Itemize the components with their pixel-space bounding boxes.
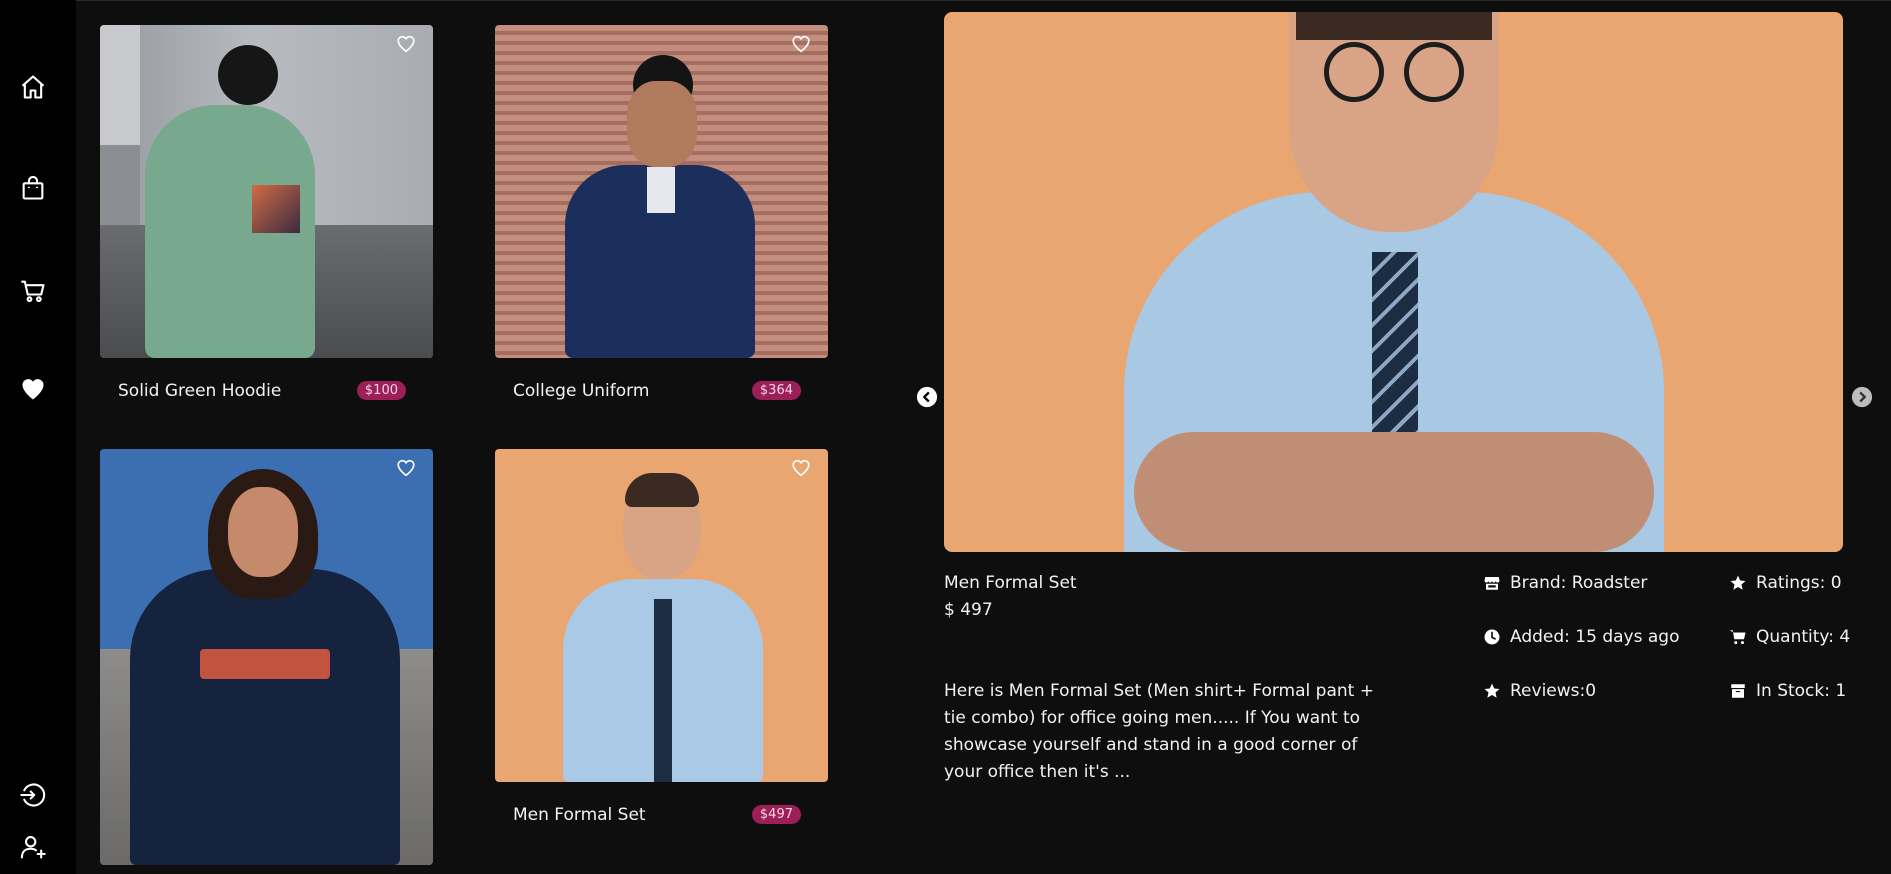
favorite-icon[interactable] bbox=[395, 457, 417, 479]
ratings-text: Ratings: 0 bbox=[1756, 573, 1842, 593]
stock-info: In Stock: 1 bbox=[1729, 681, 1846, 701]
product-name[interactable]: College Uniform bbox=[513, 381, 649, 401]
product-card[interactable] bbox=[100, 449, 433, 865]
detail-product-name: Men Formal Set bbox=[944, 573, 1077, 593]
home-icon[interactable] bbox=[18, 72, 48, 102]
product-name[interactable]: Solid Green Hoodie bbox=[118, 381, 281, 401]
reviews-text: Reviews:0 bbox=[1510, 681, 1597, 701]
quantity-text: Quantity: 4 bbox=[1756, 627, 1851, 647]
add-user-icon[interactable] bbox=[18, 832, 48, 862]
store-icon bbox=[1484, 577, 1500, 590]
heart-icon[interactable] bbox=[18, 374, 48, 404]
added-info: Added: 15 days ago bbox=[1483, 627, 1679, 647]
previous-arrow-button[interactable] bbox=[916, 386, 938, 408]
cart-icon bbox=[1729, 630, 1746, 645]
detail-price: $ 497 bbox=[944, 600, 993, 620]
product-image[interactable] bbox=[100, 449, 433, 865]
ratings-info: Ratings: 0 bbox=[1729, 573, 1842, 593]
brand-text: Brand: Roadster bbox=[1510, 573, 1648, 593]
next-arrow-button[interactable] bbox=[1851, 386, 1873, 408]
price-badge: $364 bbox=[751, 381, 801, 400]
box-icon bbox=[1731, 684, 1745, 698]
reviews-info: Reviews:0 bbox=[1483, 681, 1596, 701]
product-image[interactable] bbox=[100, 25, 433, 358]
favorite-icon[interactable] bbox=[790, 33, 812, 55]
favorite-icon[interactable] bbox=[790, 457, 812, 479]
price-badge: $497 bbox=[751, 805, 801, 824]
product-image[interactable] bbox=[495, 449, 828, 782]
star-icon bbox=[1484, 683, 1500, 698]
shopping-bag-icon[interactable] bbox=[18, 173, 48, 203]
clock-icon bbox=[1484, 629, 1500, 645]
quantity-info: Quantity: 4 bbox=[1729, 627, 1850, 647]
brand-info: Brand: Roadster bbox=[1483, 573, 1647, 593]
product-detail-image bbox=[944, 12, 1843, 552]
product-card[interactable]: College Uniform $364 bbox=[495, 25, 828, 401]
price-badge: $100 bbox=[356, 381, 406, 400]
detail-description: Here is Men Formal Set (Men shirt+ Forma… bbox=[944, 681, 1374, 782]
favorite-icon[interactable] bbox=[395, 33, 417, 55]
product-image[interactable] bbox=[495, 25, 828, 358]
stock-text: In Stock: 1 bbox=[1756, 681, 1847, 701]
logout-icon[interactable] bbox=[18, 780, 48, 810]
added-text: Added: 15 days ago bbox=[1510, 627, 1680, 647]
cart-icon[interactable] bbox=[18, 276, 48, 306]
sidebar bbox=[0, 0, 76, 874]
product-card[interactable]: Men Formal Set $497 bbox=[495, 449, 828, 825]
product-card[interactable]: Solid Green Hoodie $100 bbox=[100, 25, 433, 401]
star-icon bbox=[1730, 575, 1746, 590]
product-name[interactable]: Men Formal Set bbox=[513, 805, 646, 825]
